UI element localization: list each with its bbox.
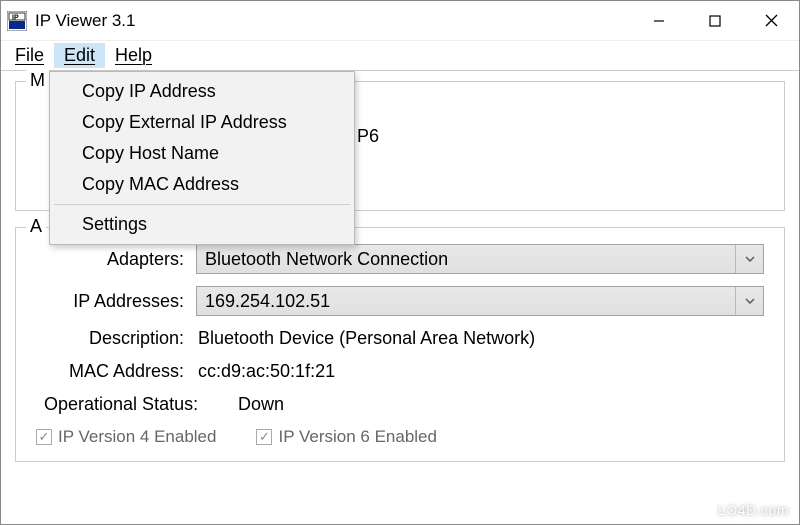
label-ip-addresses: IP Addresses: [36,291,196,312]
label-mac-address: MAC Address: [36,361,196,382]
edit-menu-popup: Copy IP Address Copy External IP Address… [49,71,355,245]
value-operational-status: Down [236,394,284,415]
checkbox-ipv4[interactable]: ✓ IP Version 4 Enabled [36,427,216,447]
chevron-down-icon [735,287,763,315]
checkbox-ipv6-label: IP Version 6 Enabled [278,427,436,447]
combo-ip-value: 169.254.102.51 [205,291,330,312]
checkbox-ipv6[interactable]: ✓ IP Version 6 Enabled [256,427,436,447]
groupbox-adapter-legend: A [26,216,46,237]
menu-copy-ip-address[interactable]: Copy IP Address [52,76,352,107]
label-operational-status: Operational Status: [36,394,236,415]
value-mac-address: cc:d9:ac:50:1f:21 [196,361,335,382]
menu-edit[interactable]: Edit [54,43,105,68]
combo-ip-addresses[interactable]: 169.254.102.51 [196,286,764,316]
combo-adapters-value: Bluetooth Network Connection [205,249,448,270]
groupbox-adapter: A Adapters: Bluetooth Network Connection… [15,227,785,462]
window-title: IP Viewer 3.1 [35,11,136,31]
menu-file[interactable]: File [5,43,54,68]
minimize-button[interactable] [631,1,687,41]
combo-adapters[interactable]: Bluetooth Network Connection [196,244,764,274]
label-description: Description: [36,328,196,349]
menu-copy-mac-address[interactable]: Copy MAC Address [52,169,352,200]
partial-text-ipv6: P6 [357,126,379,147]
value-description: Bluetooth Device (Personal Area Network) [196,328,535,349]
menu-separator [54,204,350,205]
label-adapters: Adapters: [36,249,196,270]
groupbox-machine-legend: M [26,70,49,91]
menu-edit-label: Edit [64,45,95,65]
menu-file-label: File [15,45,44,65]
menu-help[interactable]: Help [105,43,162,68]
window-controls [631,1,799,40]
checkbox-ipv4-label: IP Version 4 Enabled [58,427,216,447]
app-icon: IP [7,11,27,31]
chevron-down-icon [735,245,763,273]
menu-settings[interactable]: Settings [52,209,352,240]
menu-copy-host-name[interactable]: Copy Host Name [52,138,352,169]
svg-text:IP: IP [12,14,19,21]
title-bar: IP IP Viewer 3.1 [1,1,799,41]
maximize-button[interactable] [687,1,743,41]
close-button[interactable] [743,1,799,41]
check-icon: ✓ [256,429,272,445]
check-icon: ✓ [36,429,52,445]
watermark: LO4D.com [718,502,789,518]
menu-copy-external-ip-address[interactable]: Copy External IP Address [52,107,352,138]
menu-help-label: Help [115,45,152,65]
menu-bar: File Edit Help [1,41,799,71]
